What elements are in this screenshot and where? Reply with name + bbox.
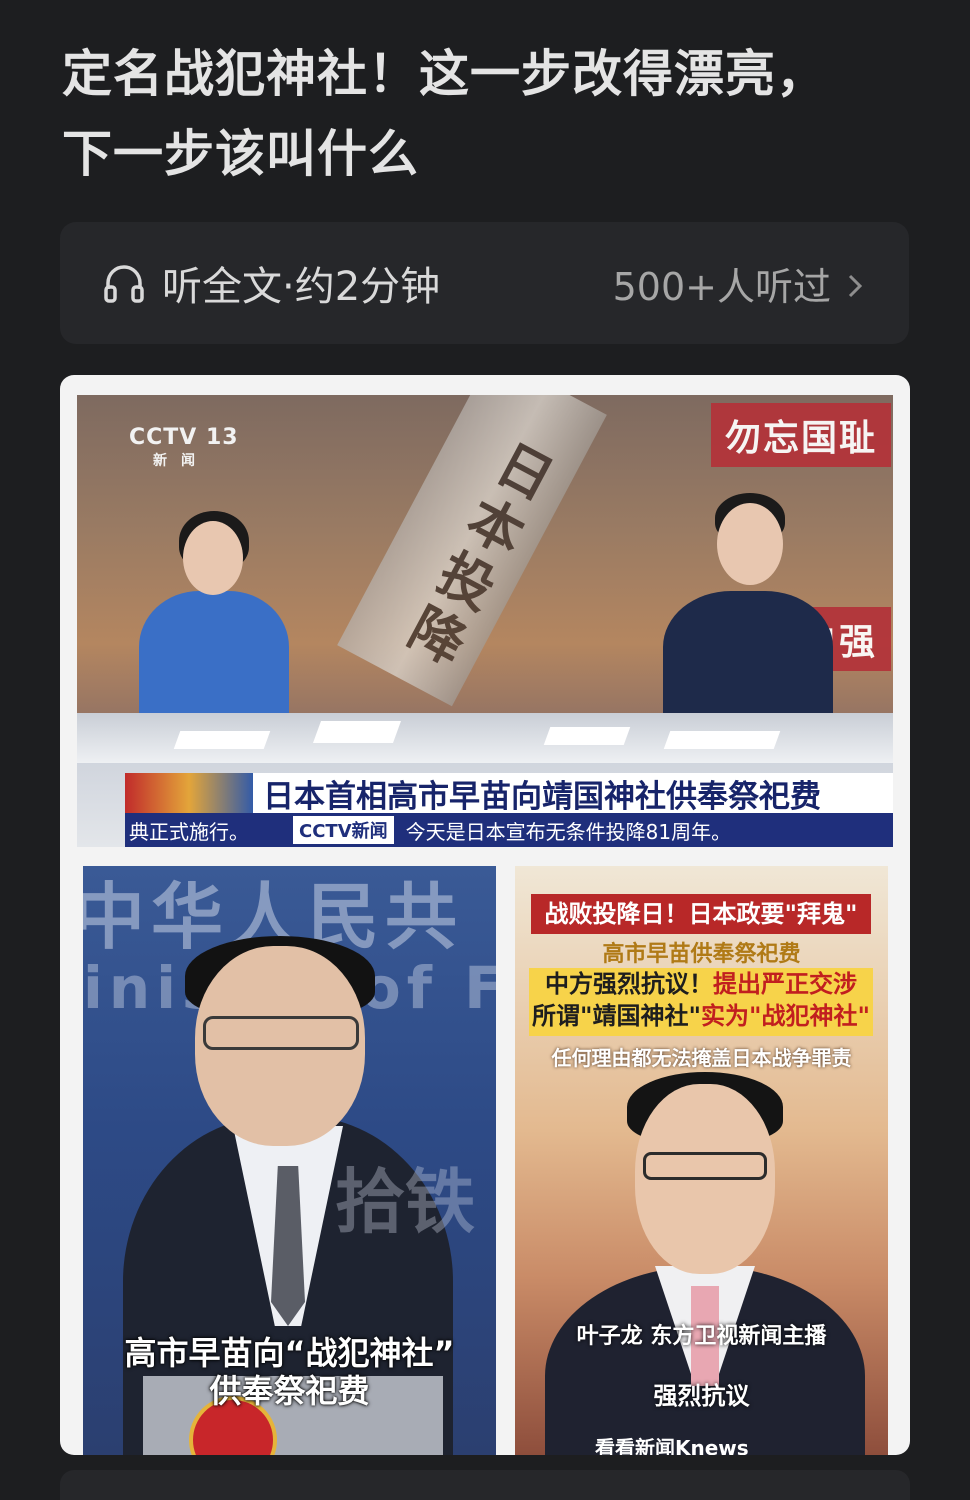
knews-logo: 看看新闻Knews <box>595 1436 749 1455</box>
article-image[interactable]: 日本投降 CCTV 13 新闻 勿忘国耻 吾辈自强 日本首相高市早苗向靖国神社供… <box>60 375 910 1455</box>
frame3-small-line: 任何理由都无法掩盖日本战争罪责 <box>551 1046 852 1070</box>
frame3-headline: 战败投降日！日本政要"拜鬼" <box>531 894 871 934</box>
news-ticker: 典正式施行。 CCTV新闻 今天是日本宣布无条件投降81周年。 <box>125 813 893 847</box>
listener-count: 500+人听过 <box>612 264 831 309</box>
listen-left: 听全文·约2分钟 <box>102 254 440 312</box>
chevron-right-icon <box>845 267 865 299</box>
male-anchor <box>663 591 833 731</box>
article-title-line-1: 定名战犯神社！这一步改得漂亮， <box>62 45 827 103</box>
anchor-name-caption: 叶子龙 东方卫视新闻主播 <box>576 1324 827 1349</box>
headphone-icon <box>102 261 146 305</box>
next-card-peek <box>60 1470 910 1500</box>
female-anchor <box>139 591 289 731</box>
article-title: 定名战犯神社！这一步改得漂亮， 下一步该叫什么 <box>62 34 912 194</box>
anchor-commentary-frame: 战败投降日！日本政要"拜鬼" 高市早苗供奉祭祀费 中方强烈抗议！提出严正交涉 所… <box>515 866 888 1455</box>
cctv-news-logo: CCTV新闻 <box>293 816 394 844</box>
frame3-yellow-box: 中方强烈抗议！提出严正交涉 所谓"靖国神社"实为"战犯神社" <box>529 968 873 1036</box>
surrender-scroll-image: 日本投降 <box>337 395 607 707</box>
ticker-right: 今天是日本宣布无条件投降81周年。 <box>405 819 732 844</box>
spokesperson-caption: 高市早苗向“战犯神社” 供奉祭祀费 <box>124 1334 455 1410</box>
tag-never-forget: 勿忘国耻 <box>711 403 892 467</box>
spokesperson-frame: 中华人民共 inistry of Fo 拾铁 高市早苗向“战犯神社” 供奉祭祀费 <box>83 866 496 1455</box>
headline-banner: 日本首相高市早苗向靖国神社供奉祭祀费 <box>125 773 893 815</box>
news-broadcast-frame: 日本投降 CCTV 13 新闻 勿忘国耻 吾辈自强 日本首相高市早苗向靖国神社供… <box>77 395 893 847</box>
ticker-left: 典正式施行。 <box>129 819 249 844</box>
article-title-line-2: 下一步该叫什么 <box>62 125 419 183</box>
frame3-gold-line: 高市早苗供奉祭祀费 <box>602 942 801 967</box>
watermark: 拾铁 <box>335 1161 475 1243</box>
headline-text: 日本首相高市早苗向靖国神社供奉祭祀费 <box>263 778 821 815</box>
listen-right[interactable]: 500+人听过 <box>613 256 865 311</box>
protest-caption: 强烈抗议 <box>653 1382 750 1410</box>
listen-full-text-bar[interactable]: 听全文·约2分钟 500+人听过 <box>60 222 909 344</box>
listen-label: 听全文·约2分钟 <box>162 264 441 310</box>
cctv-logo: CCTV 13 新闻 <box>129 425 239 469</box>
